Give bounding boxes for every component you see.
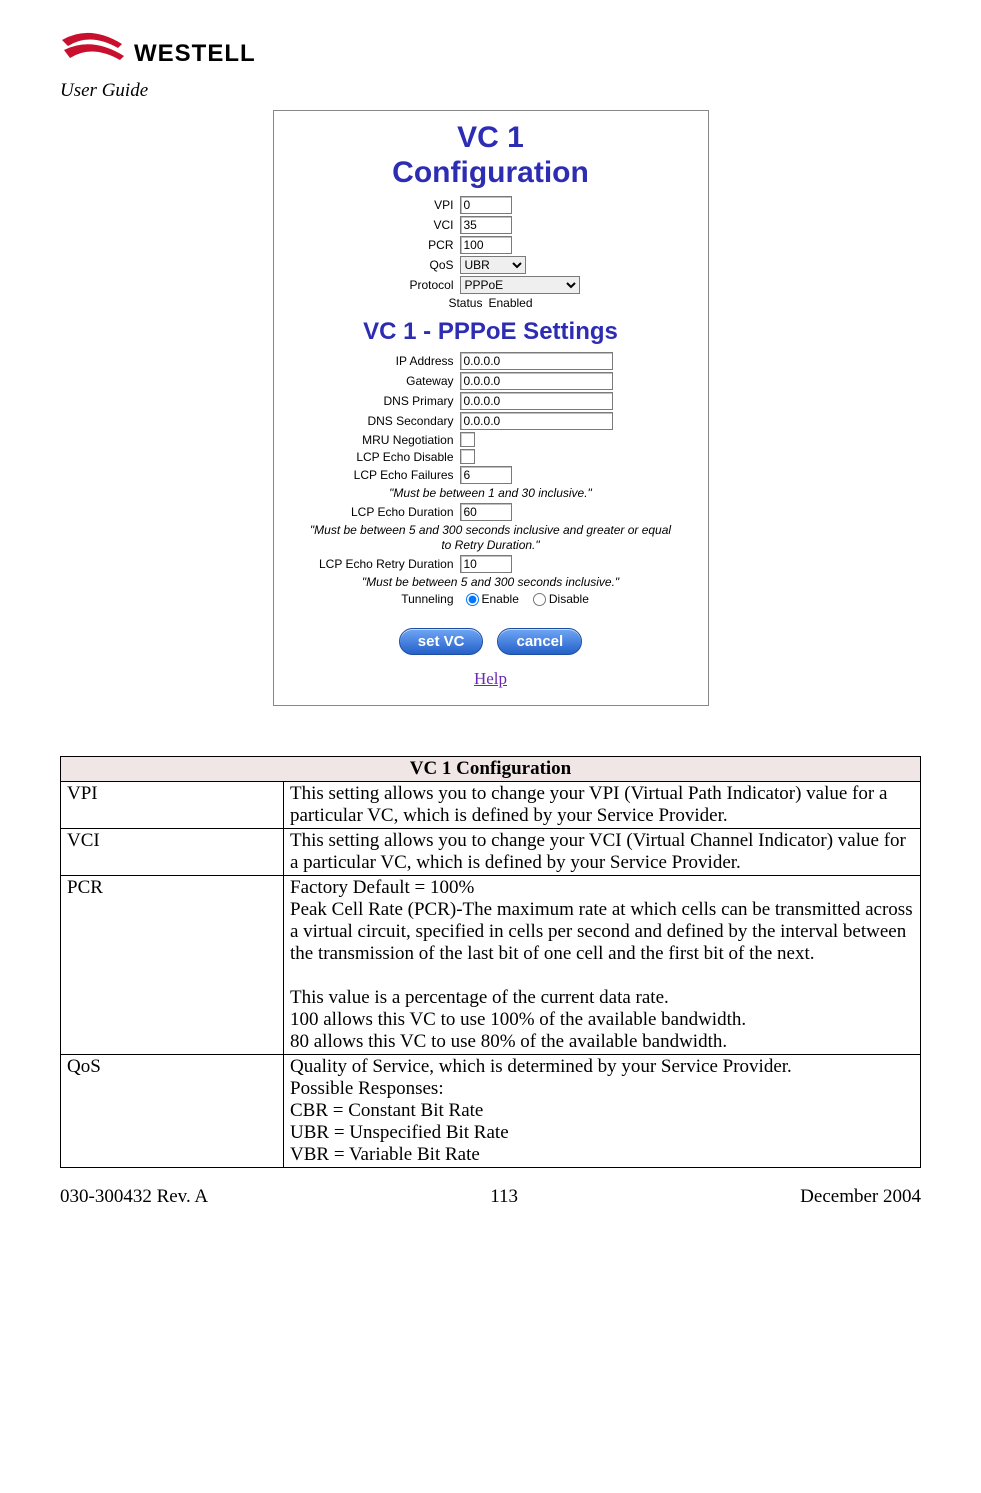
brand-name: WESTELL bbox=[134, 40, 256, 68]
dns2-label: DNS Secondary bbox=[284, 414, 460, 428]
table-row: VCIThis setting allows you to change you… bbox=[61, 829, 921, 876]
qos-select[interactable]: UBR bbox=[460, 256, 526, 274]
config-description-table: VC 1 Configuration VPIThis setting allow… bbox=[60, 756, 921, 1168]
echo-disable-checkbox[interactable] bbox=[460, 449, 475, 464]
echo-fail-label: LCP Echo Failures bbox=[284, 468, 460, 482]
retry-label: LCP Echo Retry Duration bbox=[284, 557, 460, 571]
vci-label: VCI bbox=[284, 218, 460, 232]
hint-2: "Must be between 5 and 300 seconds inclu… bbox=[306, 523, 676, 553]
help-link[interactable]: Help bbox=[474, 669, 507, 688]
mru-checkbox[interactable] bbox=[460, 432, 475, 447]
qos-label: QoS bbox=[284, 258, 460, 272]
echo-duration-input[interactable] bbox=[460, 503, 512, 521]
panel-title-2: Configuration bbox=[284, 156, 698, 191]
footer-left: 030-300432 Rev. A bbox=[60, 1186, 208, 1208]
status-label: Status bbox=[448, 296, 482, 310]
table-row: PCRFactory Default = 100% Peak Cell Rate… bbox=[61, 876, 921, 1055]
dns1-label: DNS Primary bbox=[284, 394, 460, 408]
dns-primary-input[interactable] bbox=[460, 392, 613, 410]
retry-duration-input[interactable] bbox=[460, 555, 512, 573]
set-vc-button[interactable]: set VC bbox=[399, 628, 484, 655]
westell-swoosh-icon bbox=[60, 30, 130, 78]
doc-subtitle: User Guide bbox=[60, 80, 921, 102]
tunneling-disable-radio[interactable] bbox=[533, 593, 546, 606]
echo-dur-label: LCP Echo Duration bbox=[284, 505, 460, 519]
enable-text: Enable bbox=[482, 592, 519, 606]
brand-logo: WESTELL bbox=[60, 30, 921, 78]
table-title: VC 1 Configuration bbox=[61, 757, 921, 782]
vci-input[interactable] bbox=[460, 216, 512, 234]
ip-label: IP Address bbox=[284, 354, 460, 368]
hint-3: "Must be between 5 and 300 seconds inclu… bbox=[306, 575, 676, 590]
protocol-select[interactable]: PPPoE bbox=[460, 276, 580, 294]
disable-text: Disable bbox=[549, 592, 589, 606]
echo-failures-input[interactable] bbox=[460, 466, 512, 484]
vpi-label: VPI bbox=[284, 198, 460, 212]
dns-secondary-input[interactable] bbox=[460, 412, 613, 430]
pcr-label: PCR bbox=[284, 238, 460, 252]
gw-label: Gateway bbox=[284, 374, 460, 388]
panel-title-1: VC 1 bbox=[284, 121, 698, 156]
table-row: QoSQuality of Service, which is determin… bbox=[61, 1055, 921, 1168]
tunneling-enable-radio[interactable] bbox=[466, 593, 479, 606]
protocol-label: Protocol bbox=[284, 278, 460, 292]
footer-right: December 2004 bbox=[800, 1186, 921, 1208]
echo-disable-label: LCP Echo Disable bbox=[284, 450, 460, 464]
config-panel: VC 1 Configuration VPI VCI PCR QoSUBR Pr… bbox=[273, 110, 709, 706]
status-value: Enabled bbox=[488, 296, 532, 310]
hint-1: "Must be between 1 and 30 inclusive." bbox=[306, 486, 676, 501]
pppoe-title: VC 1 - PPPoE Settings bbox=[284, 318, 698, 346]
tunneling-label: Tunneling bbox=[284, 592, 460, 606]
page-number: 113 bbox=[490, 1186, 518, 1208]
cancel-button[interactable]: cancel bbox=[497, 628, 582, 655]
mru-label: MRU Negotiation bbox=[284, 433, 460, 447]
pcr-input[interactable] bbox=[460, 236, 512, 254]
vpi-input[interactable] bbox=[460, 196, 512, 214]
gateway-input[interactable] bbox=[460, 372, 613, 390]
table-row: VPIThis setting allows you to change you… bbox=[61, 782, 921, 829]
ip-input[interactable] bbox=[460, 352, 613, 370]
